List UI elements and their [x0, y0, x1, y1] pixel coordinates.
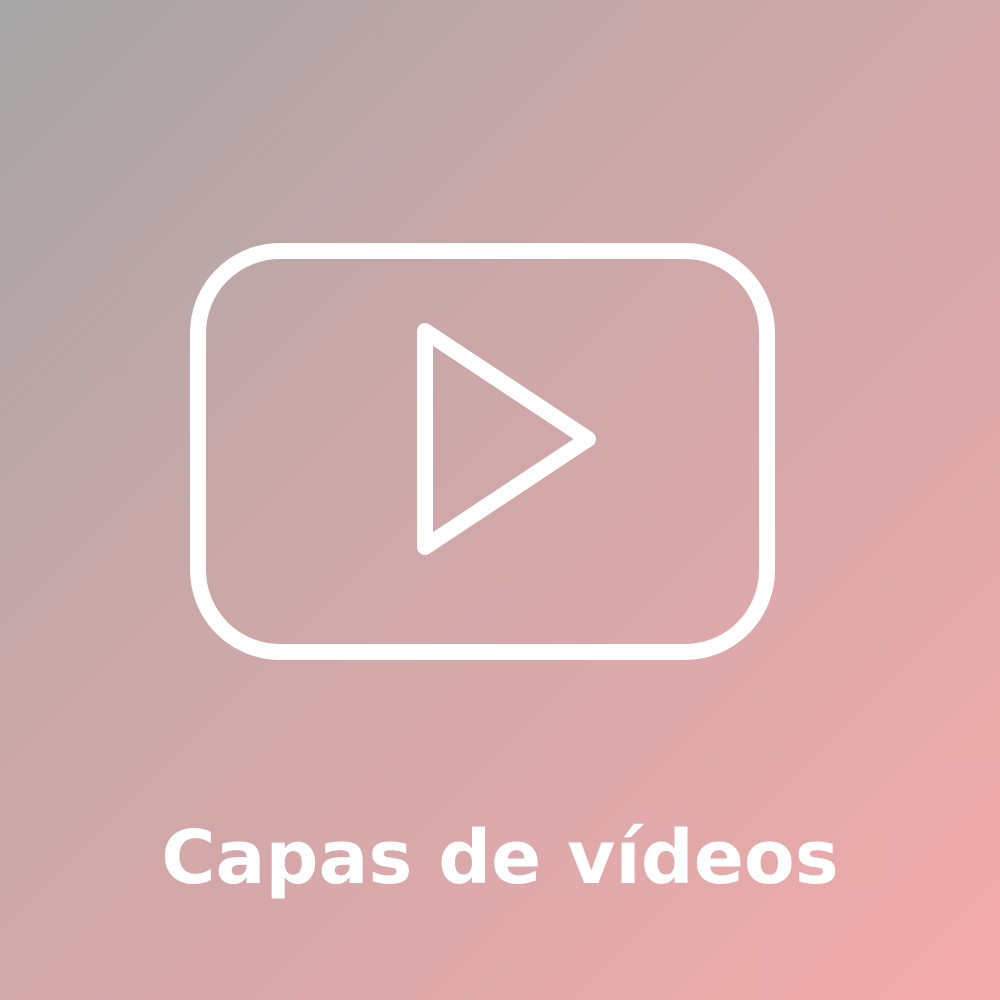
tile-caption: Capas de vídeos [161, 815, 839, 901]
video-covers-tile: { "tile": { "icon": "play-video-icon", "… [0, 0, 1000, 1000]
play-triangle [417, 323, 596, 555]
play-video-icon [190, 243, 775, 660]
video-frame-outline [190, 243, 775, 660]
